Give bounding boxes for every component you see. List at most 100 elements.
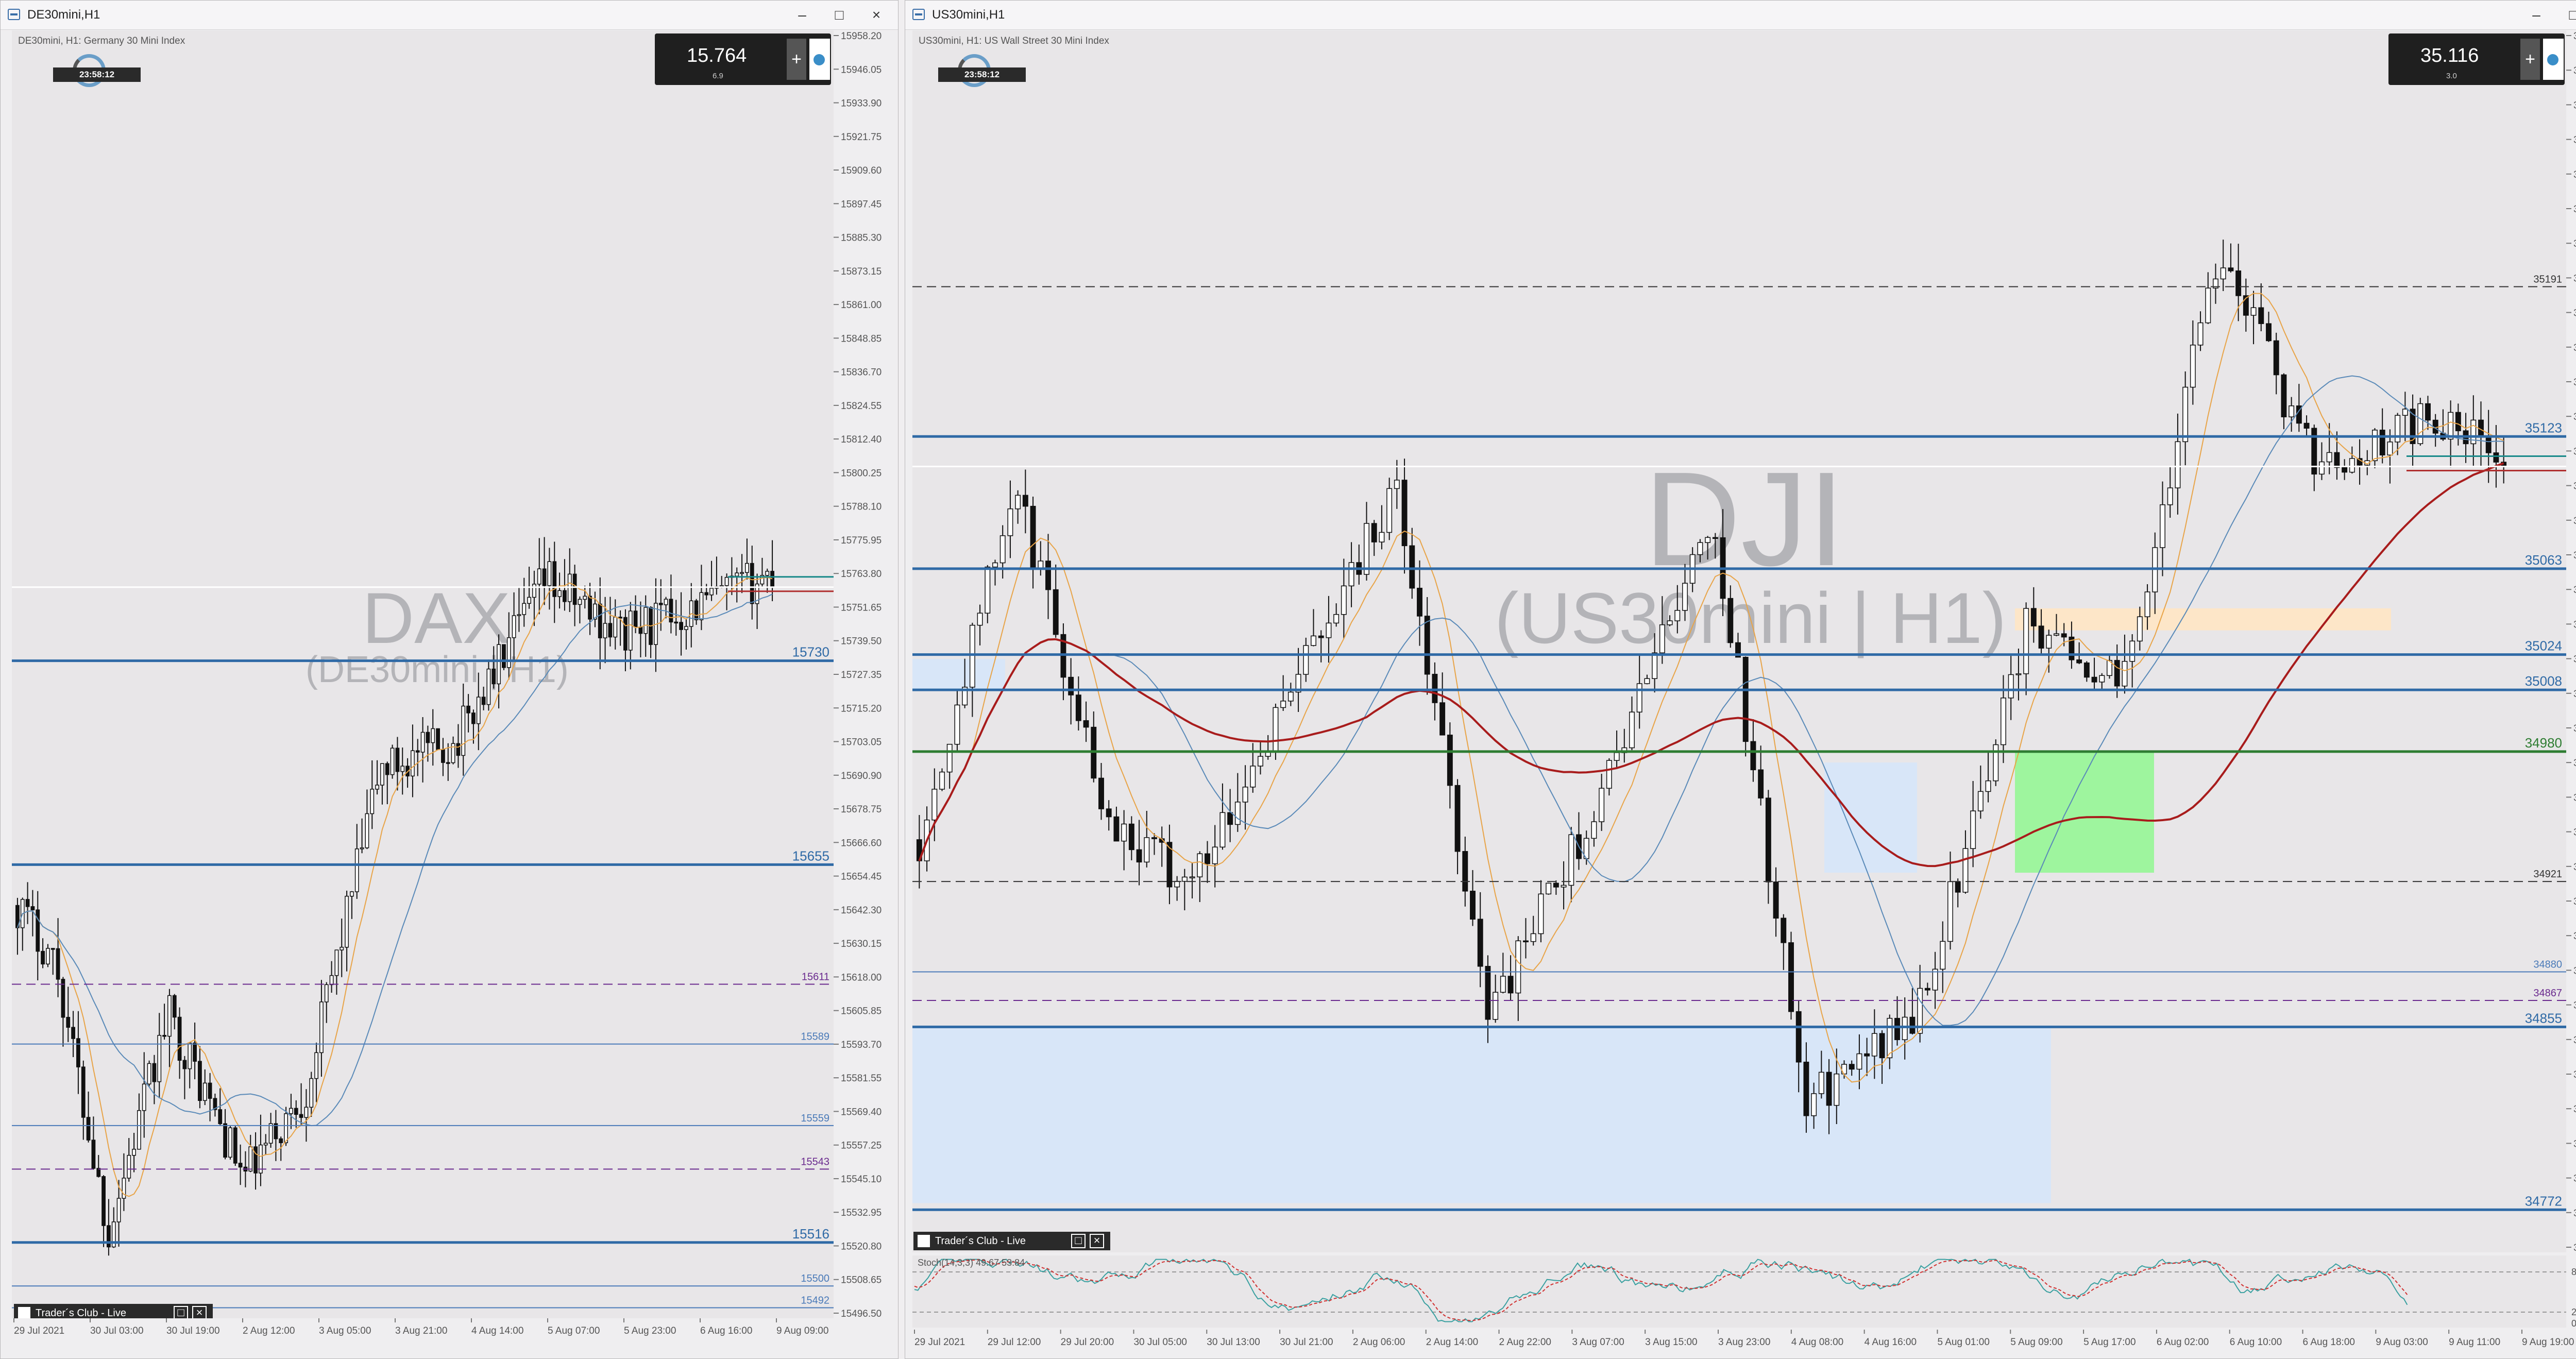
slow-moving-average (919, 375, 2504, 1026)
bull-candle (664, 599, 668, 605)
bull-candle (2023, 608, 2029, 674)
price-tick-label: 15800.25 (841, 468, 882, 479)
price-tick-label: 35086.50 (2573, 516, 2576, 526)
price-tick-label: 35024.50 (2573, 654, 2576, 665)
bear-candle (1432, 674, 1438, 703)
bear-candle (2038, 625, 2044, 649)
bull-candle (1341, 585, 1347, 615)
price-tick-label: 15678.75 (841, 804, 882, 815)
panel-icon (18, 1307, 30, 1318)
bear-candle (1773, 881, 1779, 919)
price-tick-label: 34823.00 (2573, 1104, 2576, 1115)
bear-candle (466, 705, 470, 714)
time-tick-label: 5 Aug 07:00 (548, 1326, 600, 1336)
bear-candle (177, 1016, 182, 1061)
chart-canvas[interactable]: 35191 35123 35063 35024 35008 34980 34921 34880… (912, 30, 2566, 1252)
close-button[interactable]: × (862, 5, 891, 25)
price-tick-label: 15618.00 (841, 972, 882, 983)
stochastic-axis[interactable]: 80.00 20.000.00 (2566, 1255, 2576, 1328)
panel-close-button[interactable]: × (1090, 1234, 1104, 1248)
bear-candle (1136, 849, 1142, 863)
price-tick-label: 15861.00 (841, 300, 882, 311)
bear-candle (71, 1027, 75, 1039)
chart-canvas[interactable]: 15730 15655 15611 15589 15559 15543 15516 15500… (12, 30, 834, 1318)
minimize-button[interactable]: – (788, 5, 817, 25)
bear-candle (193, 1042, 197, 1062)
bear-candle (66, 1016, 71, 1028)
bear-candle (1401, 480, 1408, 547)
price-chart-dax[interactable]: DE30mini, H1: Germany 30 Mini Index 23:5… (12, 30, 834, 1318)
price-tick-label: 35040.00 (2573, 619, 2576, 630)
bear-candle (2091, 676, 2097, 683)
maximize-button[interactable]: □ (2559, 5, 2576, 25)
chart-window-dax[interactable]: DE30mini,H1 – □ × DE30mini, H1: Germany … (0, 0, 899, 1359)
bull-candle (1250, 766, 1256, 788)
bull-candle (1871, 1033, 1877, 1057)
price-axis[interactable]: 15958.20 15946.05 15933.90 15921.75 15909.60… (834, 30, 895, 1318)
bear-candle (1879, 1033, 1885, 1059)
price-tick-label: 15909.60 (841, 165, 882, 176)
bull-candle (1962, 848, 1969, 893)
time-tick-label: 30 Jul 05:00 (1133, 1337, 1187, 1348)
bear-candle (1075, 694, 1081, 721)
window-titlebar[interactable]: DE30mini,H1 – □ × (1, 1, 898, 30)
bull-candle (137, 1110, 141, 1150)
window-titlebar[interactable]: US30mini,H1 – □ × (905, 1, 2576, 30)
bull-candle (1234, 802, 1241, 825)
panel-label: Trader´s Club - Live (36, 1307, 126, 1318)
bear-candle (86, 1117, 91, 1141)
bear-candle (1424, 616, 1430, 675)
bull-candle (248, 1146, 253, 1172)
bull-candle (2395, 415, 2401, 443)
bear-candle (441, 749, 445, 763)
bear-candle (50, 948, 55, 950)
trader-club-panel[interactable]: Trader´s Club - Live □ × (14, 1304, 213, 1318)
bull-candle (2349, 458, 2355, 473)
price-tick-label: 15666.60 (841, 838, 882, 848)
bear-candle (91, 1140, 96, 1169)
bull-candle (537, 568, 541, 585)
price-tick-label: 15946.05 (841, 64, 882, 75)
bull-candle (1515, 940, 1521, 994)
chart-window-dji[interactable]: US30mini,H1 – □ × US30mini, H1: US Wall … (905, 0, 2576, 1359)
price-tick-label: 35272.50 (2573, 100, 2576, 111)
price-tick-label: 15824.55 (841, 401, 882, 412)
bear-candle (1447, 735, 1453, 786)
bull-candle (420, 732, 425, 753)
bull-candle (578, 599, 582, 605)
price-tick-label: 15569.40 (841, 1107, 882, 1117)
stochastic-canvas[interactable] (912, 1255, 2566, 1328)
bear-candle (279, 1138, 283, 1143)
minimize-button[interactable]: – (2522, 5, 2551, 25)
bull-candle (1993, 744, 1999, 782)
trader-club-panel[interactable]: Trader´s Club - Live □ × (913, 1232, 1110, 1250)
bear-candle (1712, 537, 1718, 539)
panel-restore-button[interactable]: □ (174, 1306, 188, 1318)
panel-restore-button[interactable]: □ (1071, 1234, 1086, 1248)
price-axis[interactable]: 35303.50 35288.00 35272.50 35257.00 35241.50… (2566, 30, 2576, 1252)
price-tick-label: 35148.50 (2573, 377, 2576, 388)
panel-close-button[interactable]: × (192, 1306, 207, 1318)
bear-candle (1098, 777, 1104, 809)
level-label: 34772 (2525, 1193, 2562, 1209)
price-tick-label: 15593.70 (841, 1040, 882, 1050)
price-tick-label: 35241.50 (2573, 169, 2576, 180)
price-tick-label: 15873.15 (841, 266, 882, 277)
bear-candle (492, 668, 496, 685)
bear-candle (41, 950, 45, 965)
time-axis[interactable]: 29 Jul 2021 29 Jul 12:00 29 Jul 20:00 30 Ju… (912, 1330, 2576, 1355)
time-axis[interactable]: 29 Jul 2021 30 Jul 03:00 30 Jul 19:00 2 Aug… (12, 1318, 836, 1349)
bull-candle (740, 572, 744, 574)
bear-candle (1727, 598, 1734, 643)
level-label: 35123 (2525, 420, 2562, 435)
price-chart-dji[interactable]: US30mini, H1: US Wall Street 30 Mini Ind… (912, 30, 2566, 1252)
stochastic-panel[interactable]: Stoch(14,3,3) 49.67 53.84 (912, 1255, 2566, 1328)
bear-candle (1894, 1017, 1900, 1040)
price-tick-label: 15727.35 (841, 670, 882, 681)
maximize-button[interactable]: □ (825, 5, 854, 25)
bull-candle (992, 562, 998, 568)
bull-candle (360, 847, 364, 850)
bear-candle (2342, 467, 2348, 473)
bull-candle (2319, 461, 2325, 475)
price-tick-label: 35133.00 (2573, 412, 2576, 422)
